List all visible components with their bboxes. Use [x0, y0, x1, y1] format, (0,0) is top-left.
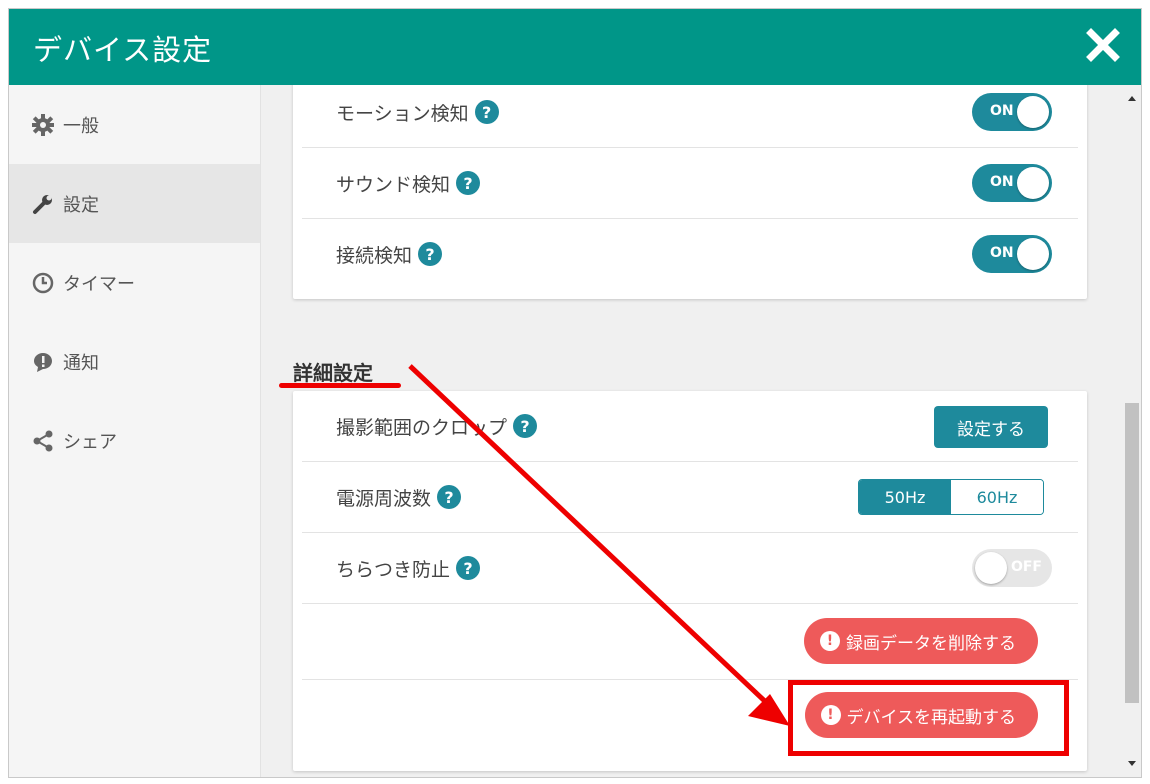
sound-detection-toggle[interactable]: ON [972, 164, 1052, 202]
connection-detection-toggle[interactable]: ON [972, 235, 1052, 273]
wrench-icon [31, 192, 55, 216]
crop-label: 撮影範囲のクロップ [336, 416, 508, 439]
motion-detection-toggle[interactable]: ON [972, 93, 1052, 131]
advanced-settings-heading: 詳細設定 [293, 361, 373, 385]
notification-icon [31, 350, 55, 374]
help-icon[interactable]: ? [456, 171, 481, 195]
sound-detection-label: サウンド検知 [336, 173, 451, 196]
frequency-50hz-option[interactable]: 50Hz [859, 480, 951, 514]
power-frequency-row: 電源周波数 ? 50Hz 60Hz [302, 462, 1078, 533]
crop-row: 撮影範囲のクロップ ? 設定する [302, 391, 1078, 462]
detection-card: モーション検知 ? ON サウンド検知 ? ON 接続検知 ? ON [293, 85, 1087, 299]
title-bar: デバイス設定 [9, 9, 1141, 85]
sidebar-item-label: 設定 [63, 194, 99, 216]
power-frequency-label: 電源周波数 [336, 487, 432, 510]
share-icon [31, 429, 55, 453]
sidebar: 一般 設定 タイマー 通知 シェア [9, 85, 261, 777]
sidebar-item-notification[interactable]: 通知 [9, 322, 260, 401]
sidebar-item-settings[interactable]: 設定 [9, 164, 260, 243]
alert-icon: ! [820, 631, 840, 651]
help-icon[interactable]: ? [437, 485, 462, 509]
motion-detection-label: モーション検知 [336, 102, 469, 125]
toggle-state-label: ON [990, 245, 1014, 261]
toggle-state-label: OFF [1010, 559, 1042, 575]
close-button[interactable] [1083, 25, 1123, 65]
flicker-row: ちらつき防止 ? OFF [302, 533, 1078, 604]
sidebar-item-general[interactable]: 一般 [9, 85, 260, 164]
toggle-knob [975, 552, 1007, 584]
gear-icon [31, 113, 55, 137]
scroll-down-arrow-icon[interactable] [1123, 755, 1141, 773]
frequency-60hz-option[interactable]: 60Hz [951, 480, 1043, 514]
crop-settings-button[interactable]: 設定する [934, 406, 1048, 448]
scroll-up-arrow-icon[interactable] [1123, 89, 1141, 107]
annotation-underline [279, 383, 401, 388]
sidebar-item-label: タイマー [63, 273, 135, 295]
flicker-toggle[interactable]: OFF [972, 549, 1052, 587]
help-icon[interactable]: ? [456, 556, 481, 580]
clock-icon [31, 271, 55, 295]
vertical-scrollbar[interactable] [1123, 85, 1141, 777]
sidebar-item-share[interactable]: シェア [9, 401, 260, 480]
toggle-knob [1017, 238, 1049, 270]
help-icon[interactable]: ? [418, 242, 443, 266]
flicker-label: ちらつき防止 [336, 558, 451, 581]
sidebar-item-label: シェア [63, 431, 117, 453]
toggle-knob [1017, 167, 1049, 199]
sidebar-item-timer[interactable]: タイマー [9, 243, 260, 322]
sound-detection-row: サウンド検知 ? ON [302, 148, 1078, 219]
toggle-state-label: ON [990, 103, 1014, 119]
annotation-highlight-box [788, 680, 1069, 756]
delete-recordings-label: 録画データを削除する [846, 633, 1016, 654]
toggle-state-label: ON [990, 174, 1014, 190]
scrollbar-thumb[interactable] [1125, 403, 1139, 703]
help-icon[interactable]: ? [513, 414, 538, 438]
connection-detection-label: 接続検知 [336, 244, 413, 267]
sidebar-item-label: 通知 [63, 352, 99, 374]
settings-content: モーション検知 ? ON サウンド検知 ? ON 接続検知 ? ON 詳細設定 … [261, 85, 1123, 777]
delete-recordings-row: ! 録画データを削除する [302, 604, 1078, 680]
connection-detection-row: 接続検知 ? ON [302, 219, 1078, 289]
help-icon[interactable]: ? [474, 100, 499, 124]
device-settings-window: デバイス設定 一般 設定 タイマー 通知 シェア モーション検知 ? ON サウ… [8, 8, 1142, 778]
motion-detection-row: モーション検知 ? ON [302, 85, 1078, 148]
close-icon [1086, 28, 1120, 62]
sidebar-item-label: 一般 [63, 115, 99, 137]
window-title: デバイス設定 [33, 33, 213, 67]
toggle-knob [1017, 96, 1049, 128]
delete-recordings-button[interactable]: ! 録画データを削除する [804, 618, 1038, 664]
frequency-selector: 50Hz 60Hz [858, 479, 1044, 515]
